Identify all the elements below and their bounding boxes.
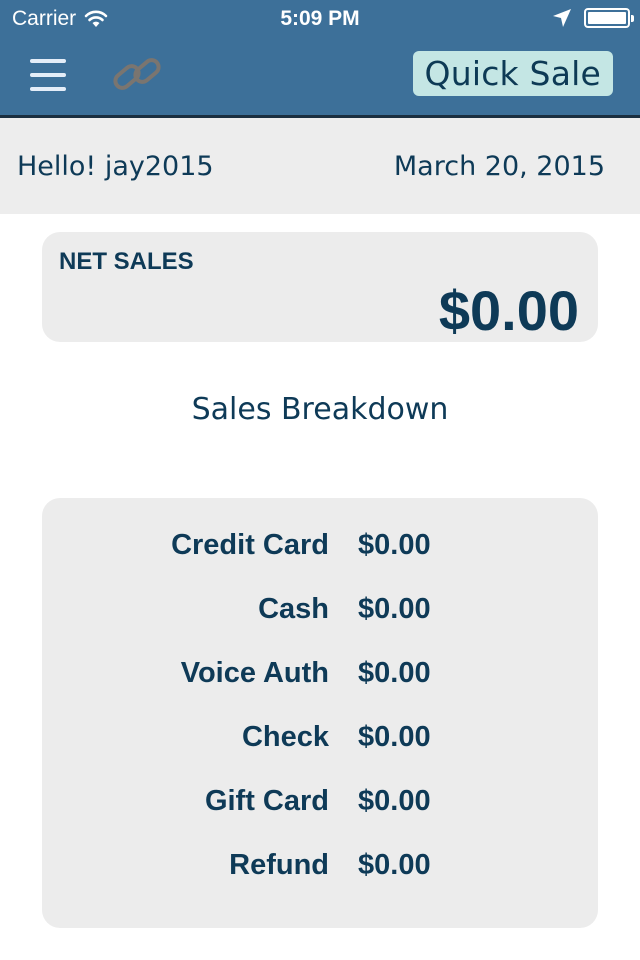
chain-link-icon <box>113 58 161 90</box>
breakdown-row-credit-card: Credit Card $0.00 <box>42 529 598 569</box>
net-sales-card: NET SALES $0.00 <box>42 232 598 342</box>
breakdown-label: Voice Auth <box>180 657 329 689</box>
breakdown-label: Cash <box>258 593 329 625</box>
current-date: March 20, 2015 <box>393 151 605 182</box>
status-time: 5:09 PM <box>280 7 360 30</box>
sales-breakdown-card: Credit Card $0.00 Cash $0.00 Voice Auth … <box>42 498 598 928</box>
sales-breakdown-title: Sales Breakdown <box>191 392 449 427</box>
breakdown-value: $0.00 <box>358 849 431 881</box>
breakdown-row-refund: Refund $0.00 <box>42 849 598 889</box>
breakdown-label: Refund <box>229 849 329 881</box>
menu-button[interactable] <box>28 55 70 95</box>
breakdown-value: $0.00 <box>358 529 431 561</box>
breakdown-value: $0.00 <box>358 657 431 689</box>
greeting-band: Hello! jay2015 March 20, 2015 <box>0 118 640 214</box>
breakdown-row-gift-card: Gift Card $0.00 <box>42 785 598 825</box>
breakdown-label: Gift Card <box>204 785 329 817</box>
battery-fill <box>588 12 626 24</box>
greeting-text: Hello! jay2015 <box>17 151 214 182</box>
breakdown-row-cash: Cash $0.00 <box>42 593 598 633</box>
location-arrow-icon <box>553 9 571 27</box>
link-button[interactable] <box>112 54 166 96</box>
breakdown-value: $0.00 <box>358 593 431 625</box>
nav-bar: Quick Sale <box>0 40 640 115</box>
status-bar: Carrier 5:09 PM <box>0 0 640 40</box>
breakdown-row-voice-auth: Voice Auth $0.00 <box>42 657 598 697</box>
menu-line <box>30 59 66 63</box>
quick-sale-button[interactable]: Quick Sale <box>412 51 613 96</box>
menu-line <box>30 87 66 91</box>
net-sales-amount: $0.00 <box>438 279 579 342</box>
status-right-group <box>552 8 634 28</box>
menu-line <box>30 73 66 77</box>
breakdown-value: $0.00 <box>358 721 431 753</box>
breakdown-value: $0.00 <box>358 785 431 817</box>
top-bar: Carrier 5:09 PM Quick Sale <box>0 0 640 118</box>
breakdown-row-check: Check $0.00 <box>42 721 598 761</box>
net-sales-label: NET SALES <box>59 248 194 275</box>
breakdown-label: Credit Card <box>171 529 329 561</box>
breakdown-label: Check <box>241 721 329 753</box>
battery-icon <box>584 8 634 28</box>
